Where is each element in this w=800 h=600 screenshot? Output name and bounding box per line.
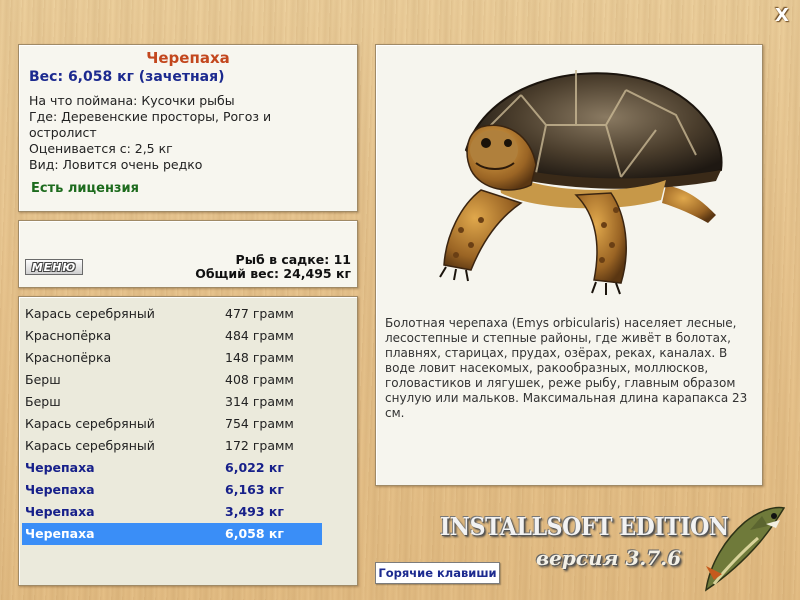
catch-list: Карась серебряный 477 грамм Краснопёрка 484… [19, 303, 357, 545]
catch-fish-weight: 754 грамм [225, 416, 294, 431]
catch-list-item[interactable]: Берш 408 грамм [22, 369, 322, 391]
min-weight-info: Оценивается с: 2,5 кг [29, 141, 173, 156]
brand-version: версия 3.7.6 [536, 546, 682, 570]
license-status: Есть лицензия [31, 181, 139, 196]
fish-image-panel: Болотная черепаха (Emys orbicularis) нас… [375, 44, 763, 486]
fish-info-panel: Черепаха Вес: 6,058 кг (зачетная) На что… [18, 44, 358, 212]
turtle-image [439, 70, 723, 295]
catch-fish-name: Черепаха [25, 460, 95, 475]
catch-list-item[interactable]: Краснопёрка 148 грамм [22, 347, 322, 369]
keepnet-stats: Рыб в садке: 11 Общий вес: 24,495 кг [195, 253, 351, 281]
total-weight: Общий вес: 24,495 кг [195, 266, 351, 281]
catch-fish-name: Берш [25, 372, 61, 387]
pike-logo-icon [704, 506, 786, 592]
catch-fish-weight: 6,022 кг [225, 460, 284, 475]
catch-fish-name: Черепаха [25, 504, 95, 519]
location-info-continued: остролист [29, 125, 97, 140]
catch-fish-name: Карась серебряный [25, 416, 155, 431]
catch-list-item[interactable]: Черепаха 3,493 кг [22, 501, 322, 523]
close-icon[interactable]: X [772, 6, 792, 26]
catch-fish-weight: 172 грамм [225, 438, 294, 453]
catch-fish-name: Черепаха [25, 482, 95, 497]
catch-fish-name: Черепаха [25, 526, 95, 541]
catch-fish-weight: 148 грамм [225, 350, 294, 365]
catch-list-item[interactable]: Черепаха 6,163 кг [22, 479, 322, 501]
hotkeys-button[interactable]: Горячие клавиши [375, 562, 500, 584]
catch-fish-name: Карась серебряный [25, 306, 155, 321]
bait-info: На что поймана: Кусочки рыбы [29, 93, 235, 108]
catch-list-item[interactable]: Карась серебряный 754 грамм [22, 413, 322, 435]
catch-fish-name: Карась серебряный [25, 438, 155, 453]
catch-list-item[interactable]: Карась серебряный 477 грамм [22, 303, 322, 325]
catch-fish-weight: 6,163 кг [225, 482, 284, 497]
menu-button[interactable]: МЕНЮ [25, 259, 83, 275]
catch-fish-weight: 314 грамм [225, 394, 294, 409]
catch-list-item[interactable]: Карась серебряный 172 грамм [22, 435, 322, 457]
catch-list-item[interactable]: Черепаха 6,022 кг [22, 457, 322, 479]
catch-list-panel: Карась серебряный 477 грамм Краснопёрка 484… [18, 296, 358, 586]
catch-list-item[interactable]: Краснопёрка 484 грамм [22, 325, 322, 347]
fish-name: Черепаха [146, 49, 230, 67]
fish-description: Болотная черепаха (Emys orbicularis) нас… [385, 316, 748, 420]
catch-fish-name: Краснопёрка [25, 350, 112, 365]
catch-list-item[interactable]: Берш 314 грамм [22, 391, 322, 413]
catch-fish-weight: 477 грамм [225, 306, 294, 321]
location-info: Где: Деревенские просторы, Рогоз и [29, 109, 272, 124]
fish-count: Рыб в садке: 11 [235, 252, 351, 267]
catch-list-item[interactable]: Черепаха 6,058 кг [22, 523, 322, 545]
catch-fish-name: Берш [25, 394, 61, 409]
catch-fish-weight: 3,493 кг [225, 504, 284, 519]
brand-title: INSTALLSOFT EDITION [440, 512, 729, 541]
catch-fish-weight: 6,058 кг [225, 526, 284, 541]
rarity-info: Вид: Ловится очень редко [29, 157, 203, 172]
catch-fish-weight: 408 грамм [225, 372, 294, 387]
catch-fish-name: Краснопёрка [25, 328, 112, 343]
fish-weight: Вес: 6,058 кг (зачетная) [29, 69, 225, 85]
catch-fish-weight: 484 грамм [225, 328, 294, 343]
keepnet-summary-panel: МЕНЮ Рыб в садке: 11 Общий вес: 24,495 к… [18, 220, 358, 288]
